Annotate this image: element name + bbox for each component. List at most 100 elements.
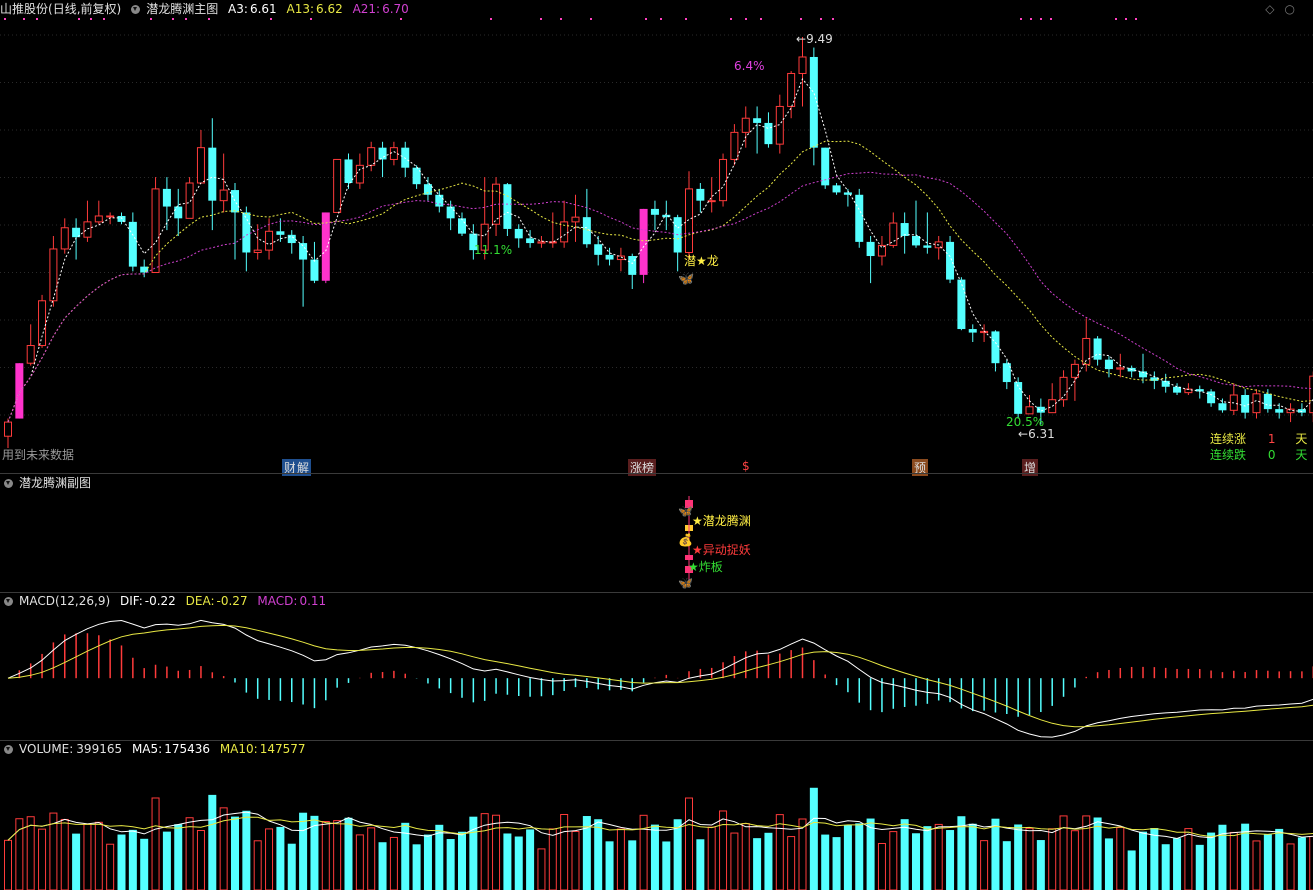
volume-bar	[707, 826, 716, 890]
macd-dif-line	[7, 619, 1313, 738]
volume-bar	[594, 819, 603, 890]
signal-dot	[1125, 18, 1127, 20]
macd-label: MACD:	[257, 594, 298, 608]
signal-dot	[208, 18, 210, 20]
volume-bar	[299, 812, 308, 890]
candle-body	[753, 118, 762, 123]
ma10-label: MA10:	[219, 742, 258, 756]
macd-title[interactable]: MACD(12,26,9)	[19, 594, 110, 608]
candle-body	[265, 230, 274, 251]
volume-bar	[140, 838, 149, 890]
butterfly-icon: 🦋	[678, 576, 693, 590]
chevron-down-icon[interactable]	[4, 597, 13, 606]
candle-body	[968, 329, 977, 333]
volume-bar	[685, 797, 693, 890]
sub-header: 潜龙腾渊副图	[0, 474, 97, 492]
candle-body	[4, 421, 12, 437]
volume-bar	[980, 840, 989, 890]
volume-bar	[877, 842, 886, 890]
candle-body	[253, 249, 262, 253]
candle-body	[775, 105, 784, 145]
signal-dot	[1040, 18, 1042, 20]
macd-dea-line	[7, 624, 1313, 728]
candle-body	[843, 192, 852, 195]
volume-bar	[650, 824, 659, 890]
volume-bar	[946, 830, 955, 890]
volume-bar	[923, 826, 932, 890]
candle-body	[276, 231, 285, 235]
volume-bar	[321, 821, 330, 890]
chevron-down-icon[interactable]	[4, 745, 13, 754]
signal-dot	[103, 18, 105, 20]
volume-bar	[1275, 828, 1284, 890]
event-dollar[interactable]: $	[740, 459, 752, 473]
candle-body	[923, 245, 932, 248]
candle-body	[333, 158, 342, 213]
sub-signal-3: ★炸板	[688, 560, 723, 574]
candle-body	[1297, 409, 1306, 413]
volume-bar	[1127, 850, 1136, 890]
volume-bar	[117, 834, 126, 890]
candle-body	[1104, 359, 1113, 370]
volume-bar	[1173, 838, 1182, 890]
signal-dot	[730, 18, 732, 20]
candle-body	[367, 147, 376, 166]
volume-bar	[1036, 840, 1045, 890]
candle-body	[196, 147, 205, 184]
candle-body	[389, 147, 398, 160]
candle-body	[946, 241, 955, 280]
chevron-down-icon[interactable]	[4, 479, 13, 488]
volume-bar	[764, 832, 773, 890]
volume-bar	[696, 839, 705, 890]
volume-bar	[60, 818, 69, 890]
candle-body	[605, 254, 614, 260]
sub-title[interactable]: 潜龙腾渊副图	[19, 476, 91, 490]
macd-header: MACD(12,26,9) DIF: -0.22 DEA: -0.27 MACD: 0…	[0, 592, 332, 610]
candle-body	[889, 222, 898, 246]
volume-bar	[242, 810, 251, 890]
signal-dot	[660, 18, 662, 20]
volume-bar	[968, 823, 977, 890]
volume-bar	[787, 836, 796, 890]
volume-bar	[128, 829, 137, 890]
volume-bar	[526, 829, 535, 890]
volume-bar	[1195, 844, 1204, 890]
candle-body	[730, 131, 739, 160]
volume-bar	[991, 818, 1000, 890]
pane-separator[interactable]	[0, 473, 1313, 474]
volume-bar	[412, 844, 421, 890]
volume-bar	[265, 828, 274, 890]
volume-bar	[1150, 828, 1159, 890]
signal-dot	[820, 18, 822, 20]
volume-bar	[628, 840, 637, 890]
candle-body	[900, 223, 909, 236]
volume-bar	[151, 797, 160, 890]
candle-body	[696, 188, 705, 201]
volume-bar	[639, 814, 648, 890]
candle-body	[242, 212, 251, 253]
signal-dot	[78, 18, 80, 20]
candle-body	[287, 234, 296, 244]
volume-bar	[571, 830, 580, 890]
volume-bar	[446, 839, 455, 890]
volume-bar	[900, 819, 909, 890]
candle-body	[912, 236, 920, 246]
candle-body	[83, 221, 92, 238]
volume-bar	[1093, 817, 1102, 890]
volume-bar	[106, 843, 115, 890]
volume-bar	[1014, 824, 1023, 890]
volume-bar	[1286, 843, 1295, 890]
volume-bar	[72, 833, 81, 890]
volume-bar	[1161, 844, 1170, 890]
volume-bar	[741, 823, 750, 890]
butterfly-icon: 🦋	[678, 504, 693, 518]
volume-title[interactable]: VOLUME:	[19, 742, 73, 756]
candle-body	[1025, 406, 1034, 415]
volume-bar	[94, 821, 103, 890]
candle-body	[707, 200, 716, 203]
candle-body	[26, 345, 35, 364]
candle-body	[174, 206, 183, 219]
signal-dot	[1020, 18, 1022, 20]
volume-bar	[174, 824, 183, 890]
volume-bar	[344, 817, 353, 890]
